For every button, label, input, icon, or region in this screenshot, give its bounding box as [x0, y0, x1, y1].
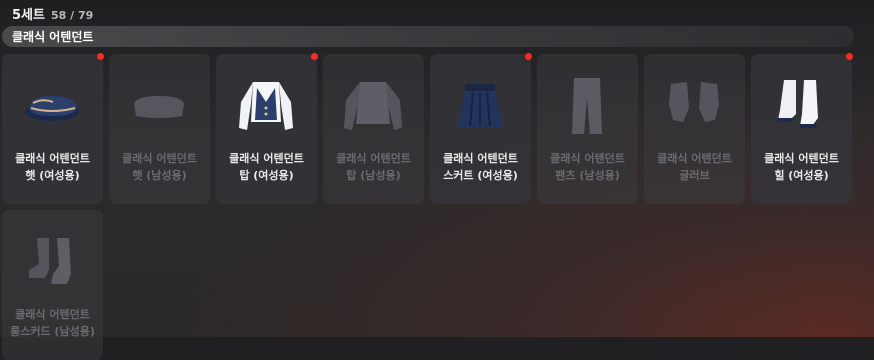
new-badge-dot [97, 53, 104, 60]
boots-icon [29, 238, 71, 284]
new-badge-dot [525, 53, 532, 60]
new-badge-dot [311, 53, 318, 60]
set-name: 클래식 어텐던트 [12, 30, 94, 44]
item-label: 클래식 어텐던트 힐 (여성용) [764, 152, 839, 182]
item-card-pants-male[interactable]: 클래식 어텐던트 팬츠 (남성용) [537, 54, 638, 204]
item-label: 클래식 어텐던트 롱스커드 (남성용) [10, 308, 95, 338]
item-card-hat-female[interactable]: 클래식 어텐던트 햇 (여성용) [2, 53, 104, 204]
item-card-gloves[interactable]: 클래식 어텐던트 글러브 [644, 54, 745, 204]
gloves-icon [669, 82, 719, 122]
jacket-icon [344, 82, 402, 130]
pants-icon [572, 78, 602, 134]
item-card-boots-male[interactable]: 클래식 어텐던트 롱스커드 (남성용) [2, 210, 103, 360]
uniform-top-icon [239, 82, 293, 130]
item-label: 클래식 어텐던트 글러브 [657, 152, 732, 182]
item-label: 클래식 어텐던트 햇 (여성용) [15, 152, 90, 182]
skirt-icon [457, 84, 503, 128]
heels-icon [778, 80, 818, 128]
item-label: 클래식 어텐던트 탑 (여성용) [229, 152, 304, 182]
item-label: 클래식 어텐던트 탑 (남성용) [336, 152, 411, 182]
item-label: 클래식 어텐던트 스커트 (여성용) [443, 152, 518, 182]
set-header: 5세트 58 / 79 [12, 4, 94, 23]
item-label: 클래식 어텐던트 팬츠 (남성용) [550, 152, 625, 182]
item-label: 클래식 어텐던트 햇 (남성용) [122, 152, 197, 182]
item-card-hat-male[interactable]: 클래식 어텐던트 햇 (남성용) [109, 54, 210, 204]
new-badge-dot [846, 53, 853, 60]
set-progress-count: 58 / 79 [50, 9, 94, 22]
item-card-top-female[interactable]: 클래식 어텐던트 탑 (여성용) [216, 53, 318, 204]
item-card-top-male[interactable]: 클래식 어텐던트 탑 (남성용) [323, 54, 424, 204]
cap-icon [134, 96, 184, 118]
set-name-bar: 클래식 어텐던트 [2, 26, 854, 47]
hat-icon [25, 96, 79, 121]
item-card-skirt-female[interactable]: 클래식 어텐던트 스커트 (여성용) [430, 53, 532, 204]
set-title: 5세트 [12, 8, 45, 23]
item-card-heels-female[interactable]: 클래식 어텐던트 힐 (여성용) [751, 53, 853, 204]
